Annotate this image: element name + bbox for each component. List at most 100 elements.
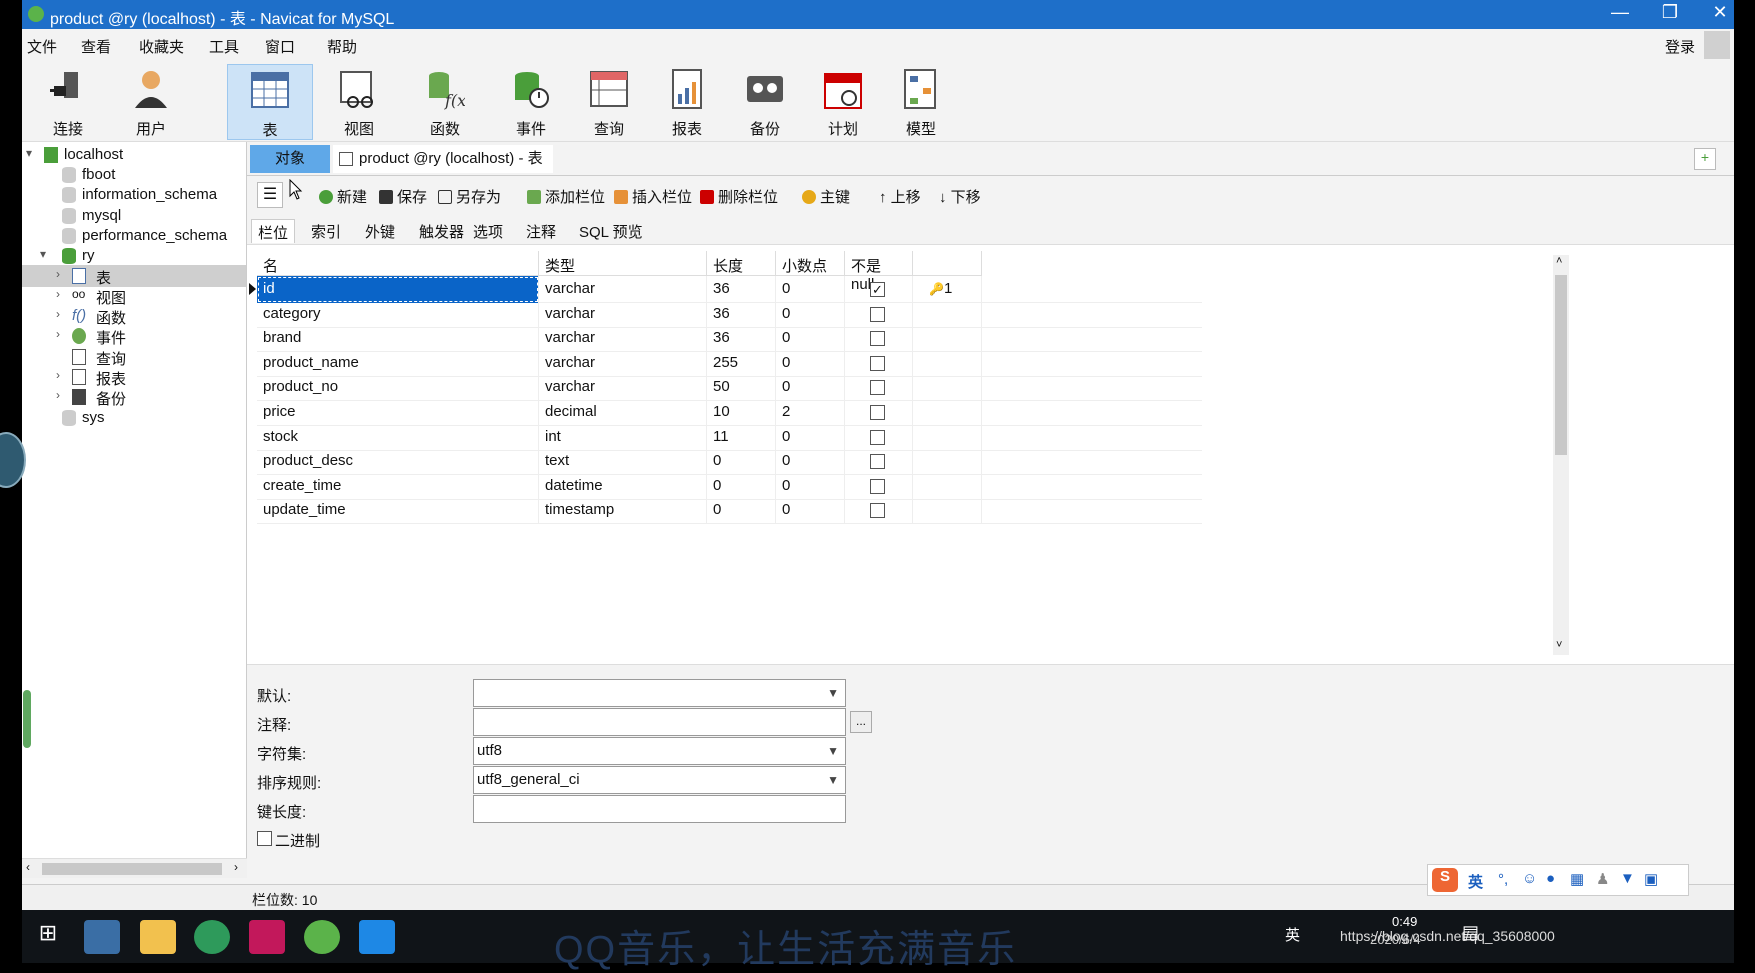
cell-type[interactable]: varchar bbox=[539, 300, 707, 328]
tree-db-fboot[interactable]: fboot bbox=[26, 164, 246, 186]
remote-desktop-icon[interactable] bbox=[84, 920, 120, 954]
cell-length[interactable]: 255 bbox=[707, 349, 776, 377]
table-row[interactable]: product_no varchar 50 0 bbox=[257, 374, 1202, 402]
cell-decimal[interactable]: 0 bbox=[776, 497, 845, 525]
toolbar-function-button[interactable]: f(x) 函数 bbox=[402, 64, 488, 140]
cell-length[interactable]: 0 bbox=[707, 472, 776, 500]
tab-fields[interactable]: 栏位 bbox=[251, 219, 296, 243]
tree-ry-backups[interactable]: › 备份 bbox=[22, 386, 246, 408]
cell-name[interactable]: price bbox=[257, 399, 539, 426]
side-handle[interactable] bbox=[23, 690, 31, 748]
browser-icon[interactable] bbox=[194, 920, 230, 954]
grid-vertical-scrollbar[interactable]: ˄ ˅ bbox=[1553, 255, 1569, 655]
cell-name[interactable]: product_name bbox=[257, 349, 539, 377]
cell-key[interactable] bbox=[913, 423, 982, 451]
cell-decimal[interactable]: 2 bbox=[776, 399, 845, 426]
new-button[interactable]: 新建 bbox=[319, 186, 367, 207]
tree-ry-reports[interactable]: › 报表 bbox=[22, 366, 246, 388]
cell-length[interactable]: 11 bbox=[707, 423, 776, 451]
table-row[interactable]: id varchar 36 0 ✓ 🔑1 bbox=[249, 276, 1202, 303]
not-null-checkbox[interactable] bbox=[870, 331, 885, 347]
table-row[interactable]: create_time datetime 0 0 bbox=[257, 472, 1202, 500]
chevron-right-icon[interactable]: › bbox=[56, 307, 60, 321]
chevron-right-icon[interactable]: › bbox=[56, 287, 60, 301]
cell-key[interactable]: 🔑1 bbox=[913, 276, 982, 303]
intellij-icon[interactable] bbox=[249, 920, 285, 954]
notification-icon[interactable]: ▤ bbox=[1462, 922, 1479, 943]
cell-name[interactable]: brand bbox=[257, 325, 539, 353]
clock-time[interactable]: 0:49 bbox=[1392, 914, 1417, 929]
chevron-down-icon[interactable]: ▾ bbox=[26, 146, 32, 160]
not-null-checkbox[interactable] bbox=[870, 380, 885, 396]
not-null-checkbox[interactable] bbox=[870, 355, 885, 371]
cell-key[interactable] bbox=[913, 349, 982, 377]
emoji-icon[interactable]: ☺ bbox=[1522, 870, 1537, 887]
chevron-right-icon[interactable]: › bbox=[56, 267, 60, 281]
scrollbar-thumb[interactable] bbox=[1555, 275, 1567, 455]
tab-comment[interactable]: 注释 bbox=[520, 219, 562, 243]
scrollbar-thumb[interactable] bbox=[42, 863, 222, 875]
navicat-taskbar-icon[interactable] bbox=[304, 920, 340, 954]
tab-sql-preview[interactable]: SQL 预览 bbox=[573, 219, 649, 243]
user-icon[interactable]: ♟ bbox=[1596, 870, 1609, 888]
tree-ry-views[interactable]: › oo 视图 bbox=[22, 285, 246, 307]
scroll-up-icon[interactable]: ˄ bbox=[1556, 255, 1562, 267]
save-button[interactable]: 保存 bbox=[379, 186, 427, 207]
microphone-icon[interactable]: ● bbox=[1546, 870, 1555, 887]
tab-triggers[interactable]: 触发器 bbox=[413, 219, 470, 243]
cell-length[interactable]: 36 bbox=[707, 300, 776, 328]
tree-ry-events[interactable]: › 事件 bbox=[22, 325, 246, 347]
tree-db-ry[interactable]: ▾ ry bbox=[26, 245, 246, 267]
not-null-checkbox[interactable] bbox=[870, 454, 885, 470]
insert-field-button[interactable]: 插入栏位 bbox=[614, 186, 692, 207]
tab-object[interactable]: 对象 bbox=[250, 145, 330, 173]
not-null-checkbox[interactable] bbox=[870, 503, 885, 519]
close-button[interactable]: ✕ bbox=[1700, 2, 1740, 23]
cell-key[interactable] bbox=[913, 300, 982, 328]
chevron-down-icon[interactable]: ▾ bbox=[40, 247, 46, 261]
table-row[interactable]: stock int 11 0 bbox=[257, 423, 1202, 451]
comment-input[interactable] bbox=[473, 708, 846, 736]
column-header-name[interactable]: 名 bbox=[257, 251, 539, 276]
column-header-not-null[interactable]: 不是 null bbox=[845, 251, 913, 293]
column-header-type[interactable]: 类型 bbox=[539, 251, 707, 276]
cell-length[interactable]: 0 bbox=[707, 497, 776, 525]
cell-decimal[interactable]: 0 bbox=[776, 448, 845, 476]
input-language[interactable]: 英 bbox=[1285, 924, 1300, 945]
table-row[interactable]: brand varchar 36 0 bbox=[257, 325, 1202, 353]
cell-type[interactable]: varchar bbox=[539, 349, 707, 377]
cell-name[interactable]: product_no bbox=[257, 374, 539, 402]
cell-key[interactable] bbox=[913, 472, 982, 500]
toolbar-table-button[interactable]: 表 bbox=[227, 64, 313, 140]
table-row[interactable]: category varchar 36 0 bbox=[257, 300, 1202, 328]
cell-key[interactable] bbox=[913, 497, 982, 525]
toolbar-connect-button[interactable]: 连接 bbox=[25, 64, 111, 140]
toolbar-query-button[interactable]: 查询 bbox=[566, 64, 652, 140]
tab-indexes[interactable]: 索引 bbox=[305, 219, 347, 243]
cell-name[interactable]: id bbox=[257, 276, 539, 303]
menu-help[interactable]: 帮助 bbox=[327, 36, 357, 57]
table-row[interactable]: update_time timestamp 0 0 bbox=[257, 497, 1202, 525]
cell-key[interactable] bbox=[913, 448, 982, 476]
column-header-length[interactable]: 长度 bbox=[707, 251, 776, 276]
cell-decimal[interactable]: 0 bbox=[776, 423, 845, 451]
sogou-logo-icon[interactable]: S bbox=[1432, 868, 1458, 892]
cell-length[interactable]: 0 bbox=[707, 448, 776, 476]
comment-expand-button[interactable]: ... bbox=[850, 711, 872, 733]
cell-type[interactable]: decimal bbox=[539, 399, 707, 426]
ime-language[interactable]: 英 bbox=[1468, 871, 1483, 892]
cell-name[interactable]: create_time bbox=[257, 472, 539, 500]
cell-decimal[interactable]: 0 bbox=[776, 349, 845, 377]
collation-select[interactable]: utf8_general_ci ▼ bbox=[473, 766, 846, 794]
menu-view[interactable]: 查看 bbox=[81, 36, 111, 57]
cell-decimal[interactable]: 0 bbox=[776, 300, 845, 328]
menu-icon[interactable]: ☰ bbox=[257, 182, 283, 208]
save-as-button[interactable]: 另存为 bbox=[438, 186, 501, 207]
cell-length[interactable]: 10 bbox=[707, 399, 776, 426]
toolbar-model-button[interactable]: 模型 bbox=[878, 64, 964, 140]
chevron-right-icon[interactable]: › bbox=[56, 368, 60, 382]
scroll-left-icon[interactable]: ‹ bbox=[26, 860, 30, 874]
cell-name[interactable]: update_time bbox=[257, 497, 539, 525]
cell-name[interactable]: stock bbox=[257, 423, 539, 451]
menu-file[interactable]: 文件 bbox=[27, 36, 57, 57]
